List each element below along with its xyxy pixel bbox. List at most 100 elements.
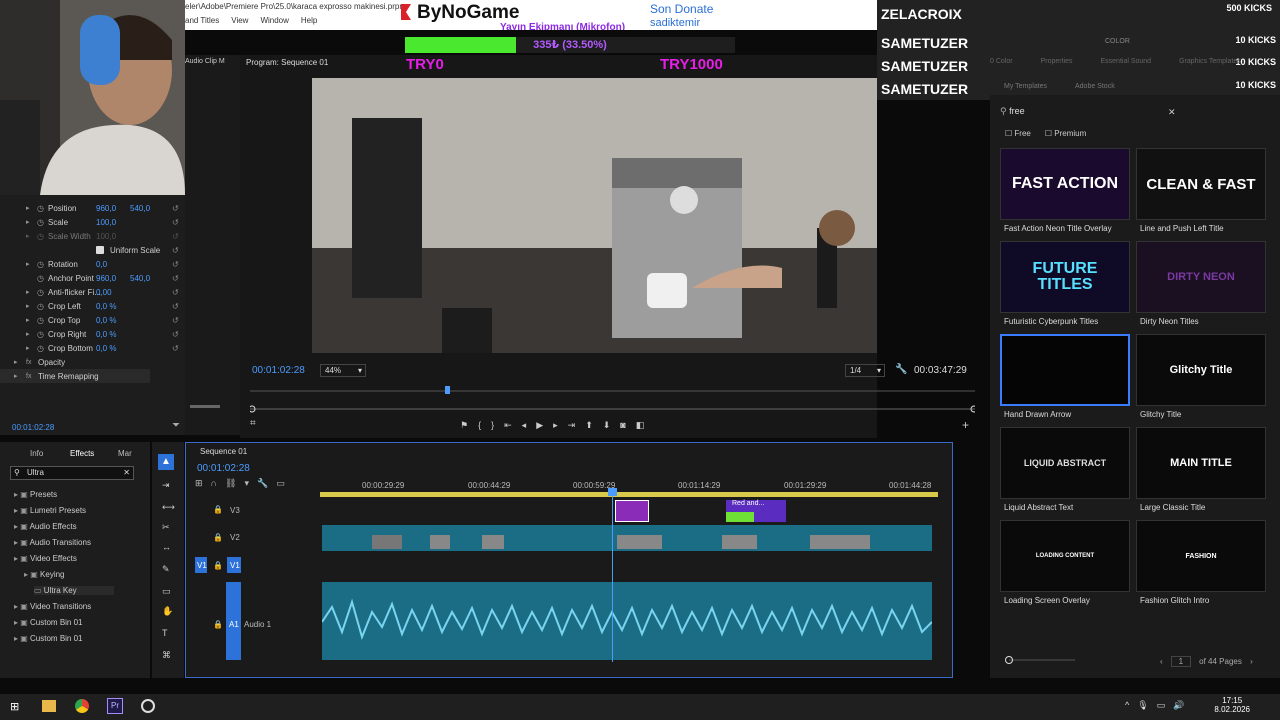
stopwatch-icon[interactable]: ◷ bbox=[37, 316, 44, 325]
program-timecode[interactable]: 00:01:02:28 bbox=[252, 365, 305, 376]
twirl-icon[interactable]: ▸ bbox=[26, 204, 30, 212]
reset-icon[interactable]: ↺ bbox=[172, 260, 179, 269]
effects-tree-item[interactable]: ▸ ▣ Custom Bin 01 bbox=[14, 634, 83, 643]
timeline-timecode[interactable]: 00:01:02:28 bbox=[197, 463, 250, 474]
panel-menu-item[interactable]: Essential Sound bbox=[1100, 58, 1151, 65]
mixer-zoom-bar[interactable] bbox=[190, 405, 220, 408]
reset-icon[interactable]: ↺ bbox=[172, 302, 179, 311]
linked-selection-icon[interactable]: ⛓ bbox=[225, 478, 236, 492]
ec-row-opacity[interactable]: ▸ fx Opacity bbox=[0, 355, 185, 369]
clip-v2[interactable] bbox=[322, 525, 932, 551]
rectangle-tool-icon[interactable]: ▭ bbox=[162, 586, 171, 597]
lock-icon[interactable]: 🔒 bbox=[213, 620, 223, 629]
microphone-icon[interactable]: 🎙 bbox=[1137, 700, 1148, 711]
filter-premium-checkbox[interactable]: ☐ Premium bbox=[1045, 129, 1086, 138]
add-button-icon[interactable]: + bbox=[962, 418, 969, 432]
system-clock[interactable]: 17:15 8.02.2026 bbox=[1214, 696, 1250, 714]
track-label-v3[interactable]: V3 bbox=[230, 506, 240, 515]
effects-tree-item[interactable]: ▸ ▣ Lumetri Presets bbox=[14, 506, 86, 515]
panel-menu-item[interactable]: Graphics Templates bbox=[1179, 58, 1241, 65]
lock-icon[interactable]: 🔒 bbox=[213, 561, 223, 570]
template-card[interactable]: LOADING CONTENT Loading Screen Overlay bbox=[1000, 520, 1130, 608]
mark-in-icon[interactable]: { bbox=[478, 420, 481, 430]
add-marker-icon[interactable]: ▾ bbox=[244, 478, 249, 492]
wrench-icon[interactable]: 🔧 bbox=[895, 364, 907, 375]
obs-icon[interactable] bbox=[141, 699, 155, 713]
template-card[interactable]: MAIN TITLE Large Classic Title bbox=[1136, 427, 1266, 515]
reset-icon[interactable]: ↺ bbox=[172, 330, 179, 339]
color-tab[interactable]: COLOR bbox=[1105, 38, 1130, 45]
twirl-icon[interactable]: ▸ bbox=[26, 260, 30, 268]
template-card[interactable]: FAST ACTION Fast Action Neon Title Overla… bbox=[1000, 148, 1130, 236]
program-monitor-title[interactable]: Program: Sequence 01 bbox=[246, 58, 328, 67]
lock-icon[interactable]: 🔒 bbox=[213, 533, 223, 542]
reset-icon[interactable]: ↺ bbox=[172, 204, 179, 213]
twirl-icon[interactable]: ▸ bbox=[26, 288, 30, 296]
next-page-icon[interactable]: › bbox=[1250, 657, 1253, 666]
windows-start-icon[interactable]: ⊞ bbox=[10, 700, 22, 713]
sequence-tab[interactable]: Sequence 01 bbox=[200, 447, 247, 456]
export-frame-icon[interactable]: ◙ bbox=[620, 420, 625, 430]
menu-item[interactable]: Help bbox=[301, 16, 317, 25]
ec-timecode[interactable]: 00:01:02:28 bbox=[12, 423, 54, 432]
twirl-icon[interactable]: ▸ bbox=[14, 358, 18, 366]
filter-icon[interactable]: ⏷ bbox=[172, 420, 180, 431]
reset-icon[interactable]: ↺ bbox=[172, 232, 179, 241]
stopwatch-icon[interactable]: ◷ bbox=[37, 344, 44, 353]
playback-resolution-select[interactable]: 1/4 ▾ bbox=[845, 364, 885, 377]
step-forward-icon[interactable]: ▸ bbox=[553, 420, 558, 431]
filter-free-checkbox[interactable]: ☐ Free bbox=[1005, 129, 1031, 138]
template-card[interactable]: DIRTY NEON Dirty Neon Titles bbox=[1136, 241, 1266, 329]
add-marker-icon[interactable]: ⚑ bbox=[460, 420, 468, 431]
menu-item[interactable]: and Titles bbox=[185, 16, 219, 25]
menu-item[interactable]: View bbox=[231, 16, 248, 25]
my-templates-tab[interactable]: My Templates bbox=[1004, 83, 1047, 90]
template-card[interactable]: FUTURE TITLES Futuristic Cyberpunk Titles bbox=[1000, 241, 1130, 329]
template-card[interactable]: FASHION Fashion Glitch Intro bbox=[1136, 520, 1266, 608]
stopwatch-icon[interactable]: ◷ bbox=[37, 204, 44, 213]
clip-a1-audio[interactable] bbox=[322, 582, 932, 660]
playhead-handle[interactable] bbox=[608, 488, 617, 496]
adobe-stock-tab[interactable]: Adobe Stock bbox=[1075, 83, 1115, 90]
clear-search-icon[interactable]: ✕ bbox=[123, 467, 130, 479]
effects-tree-item[interactable]: ▸ ▣ Audio Transitions bbox=[14, 538, 91, 547]
reset-icon[interactable]: ↺ bbox=[172, 246, 179, 255]
network-icon[interactable]: ▭ bbox=[1157, 700, 1166, 711]
selection-tool-icon[interactable]: ▲ bbox=[158, 454, 174, 470]
premiere-pro-icon[interactable]: Pr bbox=[107, 698, 123, 714]
pen-tool-icon[interactable]: ✎ bbox=[162, 564, 170, 575]
nest-toggle-icon[interactable]: ⊞ bbox=[195, 478, 203, 492]
program-zoom-bar[interactable] bbox=[248, 405, 978, 413]
track-select-tool-icon[interactable]: ⇥ bbox=[162, 480, 170, 491]
effects-tree-item[interactable]: ▸ ▣ Presets bbox=[14, 490, 57, 499]
tab-info[interactable]: Info bbox=[30, 449, 43, 458]
track-label-v1[interactable]: V1 bbox=[230, 561, 240, 570]
slip-tool-icon[interactable]: ↔ bbox=[162, 542, 171, 552]
twirl-icon[interactable]: ▸ bbox=[26, 302, 30, 310]
effects-tree-item[interactable]: ▭ Ultra Key bbox=[34, 586, 114, 595]
work-area-bar[interactable] bbox=[320, 492, 938, 497]
hand-tool-icon[interactable]: ✋ bbox=[162, 606, 173, 617]
file-explorer-icon[interactable] bbox=[42, 700, 56, 712]
clear-search-icon[interactable]: ✕ bbox=[1168, 107, 1176, 118]
uniform-scale-checkbox[interactable] bbox=[96, 246, 104, 254]
thumbnail-size-slider[interactable] bbox=[1005, 656, 1075, 664]
effects-tree-item[interactable]: ▸ ▣ Keying bbox=[24, 570, 65, 579]
ripple-edit-tool-icon[interactable]: ⟷ bbox=[162, 502, 175, 513]
effects-tree-item[interactable]: ▸ ▣ Video Transitions bbox=[14, 602, 91, 611]
template-card[interactable]: CLEAN & FAST Line and Push Left Title bbox=[1136, 148, 1266, 236]
stopwatch-icon[interactable]: ◷ bbox=[37, 274, 44, 283]
tab-markers[interactable]: Mar bbox=[118, 449, 132, 458]
twirl-icon[interactable]: ▸ bbox=[26, 218, 30, 226]
go-to-out-icon[interactable]: ⇥ bbox=[568, 420, 576, 431]
chevron-up-icon[interactable]: ^ bbox=[1125, 700, 1129, 711]
template-card[interactable]: LIQUID ABSTRACT Liquid Abstract Text bbox=[1000, 427, 1130, 515]
twirl-icon[interactable]: ▸ bbox=[26, 316, 30, 324]
program-video-frame[interactable] bbox=[312, 78, 877, 353]
volume-icon[interactable]: 🔊 bbox=[1173, 700, 1184, 711]
track-label-v2[interactable]: V2 bbox=[230, 533, 240, 542]
clip-v3-graphic[interactable] bbox=[615, 500, 649, 522]
templates-search-input[interactable]: ⚲ free bbox=[1000, 106, 1180, 120]
razor-tool-icon[interactable]: ✂ bbox=[162, 522, 170, 533]
type-tool-icon[interactable]: T bbox=[162, 628, 168, 638]
